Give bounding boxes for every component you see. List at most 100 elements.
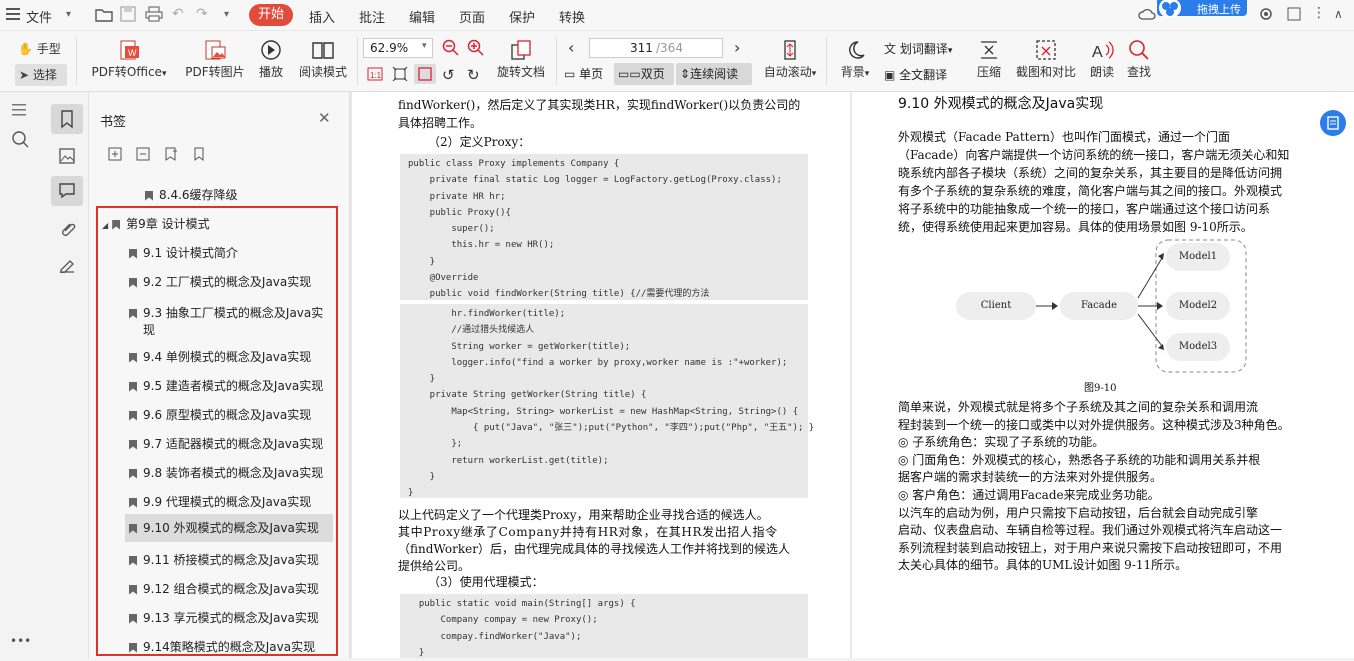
comment-tab[interactable] (51, 176, 83, 206)
next-page-icon[interactable]: › (734, 38, 740, 57)
fit-page-icon[interactable] (392, 66, 408, 85)
zoom-select[interactable]: 62.9% ▾ (363, 38, 433, 58)
more-chevron-icon[interactable]: ▾ (224, 9, 229, 20)
tab-start[interactable]: 开始 (249, 4, 293, 26)
search-text-icon[interactable] (11, 130, 29, 151)
continuous-read-button[interactable]: ⇕连续阅读 (676, 63, 752, 85)
bookmark-tab[interactable] (51, 104, 83, 134)
thumbnail-icon[interactable] (59, 148, 75, 167)
tab-convert[interactable]: 转换 (559, 7, 585, 26)
chevron-down-icon: ▾ (864, 69, 870, 79)
minimize-window-icon[interactable] (1287, 7, 1301, 24)
chevron-down-icon[interactable]: ▾ (66, 9, 71, 20)
code-line: { put("Java", "张三");put("Python", "李四");… (408, 423, 815, 434)
code-line: this.hr = new HR(); (408, 240, 555, 251)
floating-tool-button[interactable] (1320, 110, 1346, 136)
background-button[interactable]: 背景▾ (836, 39, 874, 80)
bookmark-item-9-7[interactable]: 9.7 适配器模式的概念及Java实现 (129, 435, 369, 452)
redo-icon[interactable]: ↷ (196, 6, 208, 22)
expand-triangle-icon[interactable]: ◢ (102, 221, 108, 230)
bookmark-outline-icon[interactable] (192, 147, 206, 164)
settings-gear-icon[interactable] (1258, 6, 1274, 25)
pdf-to-image-button[interactable]: PDF转图片 (183, 39, 247, 80)
bookmark-item-9-13[interactable]: 9.13 享元模式的概念及Java实现 (129, 609, 369, 626)
collapse-all-icon[interactable] (136, 147, 150, 164)
find-button[interactable]: 查找 (1124, 39, 1154, 80)
read-mode-button[interactable]: 阅读模式 (297, 39, 349, 80)
bookmark-icon (112, 219, 121, 230)
code-line: super(); (408, 224, 495, 235)
read-aloud-button[interactable]: A 朗读 (1087, 39, 1117, 80)
bookmark-item-9-11[interactable]: 9.11 桥接模式的概念及Java实现 (129, 551, 369, 568)
attachment-icon[interactable] (58, 220, 76, 241)
page-number-input[interactable]: 311 /364 (589, 38, 723, 58)
text-line: 太关心具体的细节。具体的UML设计如图 9-11所示。 (898, 558, 1188, 573)
open-folder-icon[interactable] (95, 6, 113, 25)
text-line: ◎ 客户角色：通过调用Facade来完成业务功能。 (898, 487, 1160, 502)
hamburger-icon[interactable] (6, 8, 20, 23)
save-icon[interactable] (120, 6, 136, 25)
node-model1: Model1 (1166, 243, 1230, 271)
bookmark-item-9-1[interactable]: 9.1 设计模式简介 (129, 244, 369, 261)
single-page-button[interactable]: ▭ 单页 (564, 65, 603, 82)
hand-tool-button[interactable]: ✋ 手型 (18, 40, 61, 57)
bookmark-item-8-4-6[interactable]: 8.4.6缓存降级 (145, 186, 385, 203)
bookmark-item-9-4[interactable]: 9.4 单例模式的概念及Java实现 (129, 348, 369, 365)
bookmark-item-9-9[interactable]: 9.9 代理模式的概念及Java实现 (129, 493, 369, 510)
compress-button[interactable]: 压缩 (972, 39, 1006, 80)
print-icon[interactable] (145, 6, 163, 25)
tab-edit[interactable]: 编辑 (409, 7, 435, 26)
more-options-icon[interactable]: ••• (10, 634, 31, 648)
chevron-down-icon: ▾ (422, 41, 427, 51)
word-translate-button[interactable]: 文 划词翻译▾ (884, 40, 952, 57)
rotate-left-icon[interactable]: ↺ (442, 66, 455, 84)
bookmark-item-9-10-selected[interactable]: 9.10 外观模式的概念及Java实现 (125, 514, 333, 542)
full-translate-button[interactable]: ▣ 全文翻译 (884, 66, 947, 83)
file-menu[interactable]: 文件 (26, 7, 52, 26)
bookmark-icon (129, 439, 137, 450)
close-icon[interactable]: ✕ (318, 109, 331, 127)
bookmark-item-9-14[interactable]: 9.14策略模式的概念及Java实现 (129, 638, 369, 655)
play-button[interactable]: 播放 (255, 39, 287, 80)
double-page-button[interactable]: ▭▭双页 (614, 63, 674, 85)
bookmark-item-chapter-9[interactable]: ◢ 第9章 设计模式 (102, 215, 342, 232)
tab-page[interactable]: 页面 (459, 7, 485, 26)
section-heading: （3）使用代理模式： (428, 575, 544, 589)
more-dots-icon[interactable]: ⋮ (1312, 5, 1326, 21)
cloud-icon[interactable] (1138, 7, 1156, 24)
bookmark-item-9-2[interactable]: 9.2 工厂模式的概念及Java实现 (129, 273, 369, 290)
code-line: public void findWorker(String title) {//… (408, 289, 710, 300)
bookmark-item-9-12[interactable]: 9.12 组合模式的概念及Java实现 (129, 580, 369, 597)
undo-icon[interactable]: ↶ (172, 6, 184, 22)
expand-all-icon[interactable] (108, 147, 122, 164)
tab-protect[interactable]: 保护 (509, 7, 535, 26)
fit-width-button[interactable] (414, 64, 436, 84)
rotate-document-button[interactable]: 旋转文档 (495, 39, 547, 80)
zoom-in-icon[interactable] (467, 39, 485, 60)
app-logo-icon (1159, 0, 1181, 18)
auto-scroll-button[interactable]: 自动滚动▾ (760, 39, 820, 80)
pdf-to-office-button[interactable]: W PDF转Office▾ (88, 39, 170, 80)
text-line: 统，使得系统使用起来更加容易。具体的使用场景如图 9-10所示。 (898, 220, 1253, 234)
bookmark-item-9-8[interactable]: 9.8 装饰者模式的概念及Java实现 (129, 464, 369, 481)
menu-lines-icon[interactable] (12, 104, 26, 119)
tab-annotate[interactable]: 批注 (359, 7, 385, 26)
collapse-chevron-icon[interactable]: ∧ (1334, 7, 1343, 21)
zoom-out-icon[interactable] (442, 39, 460, 60)
actual-size-icon[interactable]: 1:1 (367, 67, 383, 84)
screenshot-compare-button[interactable]: 截图和对比 (1013, 39, 1079, 80)
bookmark-item-9-3[interactable]: 9.3 抽象工厂模式的概念及Java实现 (129, 304, 369, 338)
divider (556, 37, 557, 85)
upload-banner[interactable]: 拖拽上传 (1157, 0, 1247, 18)
bookmark-item-9-5[interactable]: 9.5 建造者模式的概念及Java实现 (129, 377, 369, 394)
add-bookmark-icon[interactable] (164, 147, 178, 164)
code-line: } (408, 256, 436, 267)
prev-page-icon[interactable]: ‹ (568, 38, 574, 57)
code-line: String worker = getWorker(title); (408, 341, 631, 352)
signature-icon[interactable] (58, 255, 76, 276)
select-tool-button[interactable]: ➤ 选择 (15, 64, 67, 86)
svg-text:W: W (128, 48, 137, 58)
rotate-right-icon[interactable]: ↻ (467, 66, 480, 84)
tab-insert[interactable]: 插入 (309, 7, 335, 26)
bookmark-item-9-6[interactable]: 9.6 原型模式的概念及Java实现 (129, 406, 369, 423)
